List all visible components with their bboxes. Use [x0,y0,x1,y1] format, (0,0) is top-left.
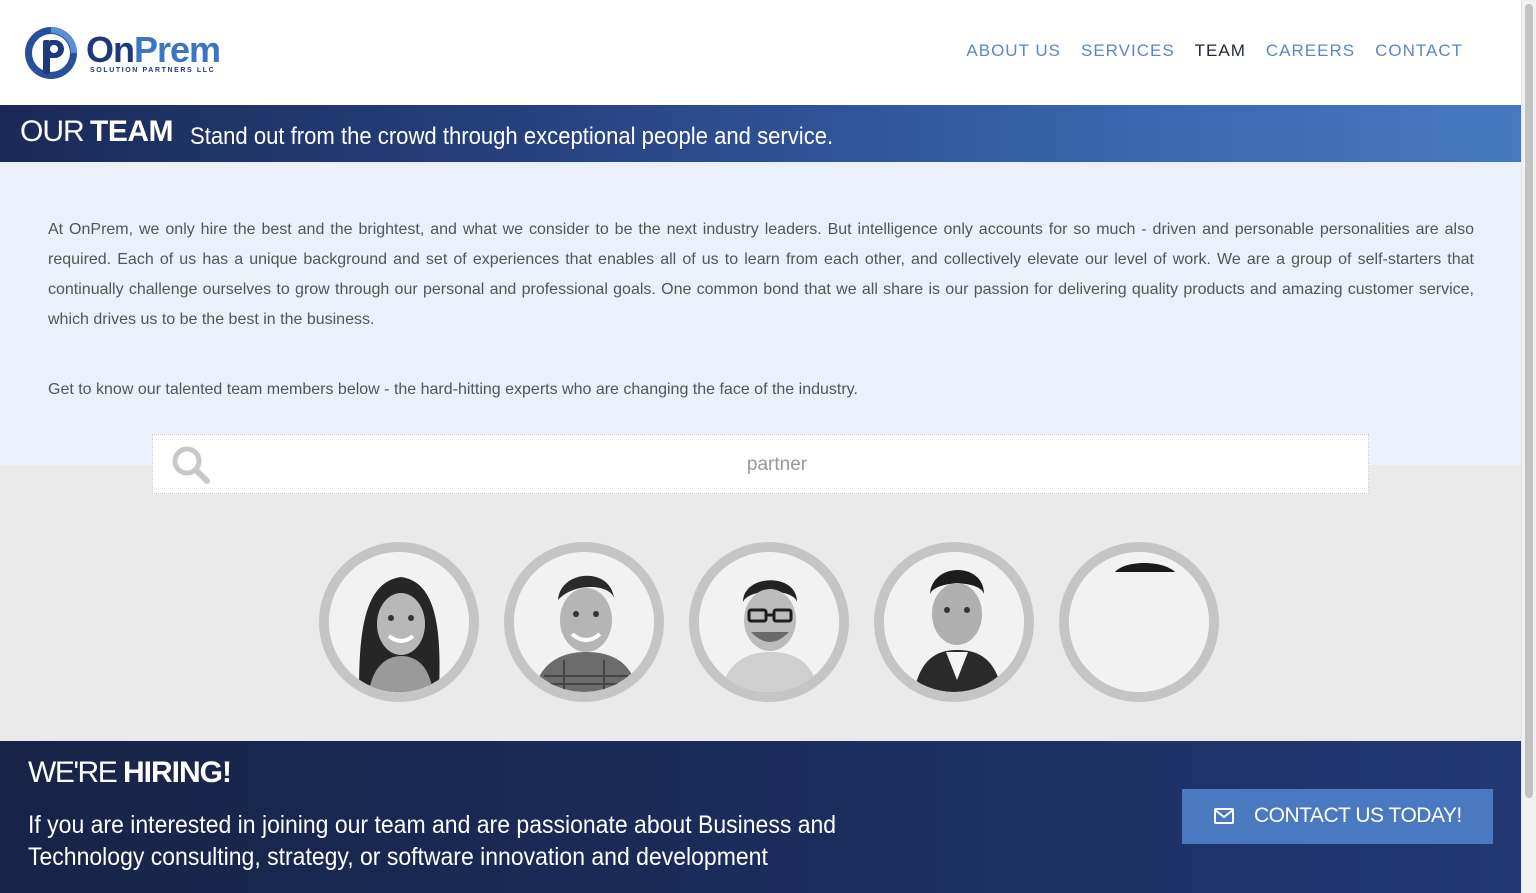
team-member-card[interactable] [319,542,479,702]
man-photo-partially-loaded [1069,552,1209,692]
man-suit-photo [884,552,1024,692]
member-photo [329,552,469,692]
search-icon[interactable] [171,445,211,485]
nav-services[interactable]: SERVICES [1071,40,1185,62]
man-smiling-plaid-shirt-photo [514,552,654,692]
team-intro-section: At OnPrem, we only hire the best and the… [0,162,1521,465]
team-search-input[interactable] [223,445,1331,485]
contact-us-today-button[interactable]: CONTACT US TODAY! [1182,789,1493,844]
main-nav: ABOUT US SERVICES TEAM CAREERS CONTACT [956,40,1473,62]
page: OnPrem SOLUTION PARTNERS LLC ABOUT US SE… [0,0,1536,893]
banner-title-our: OUR [20,115,85,148]
logo-wordmark: OnPrem [86,29,221,70]
nav-team[interactable]: TEAM [1185,40,1256,62]
team-member-card[interactable] [874,542,1034,702]
our-team-banner: OUR TEAM Stand out from the crowd throug… [0,105,1521,162]
intro-paragraph: At OnPrem, we only hire the best and the… [48,221,1474,328]
team-search-box [152,434,1369,494]
hiring-title-were: WE'RE [28,756,118,789]
onprem-logo[interactable]: OnPrem SOLUTION PARTNERS LLC [22,24,232,84]
man-glasses-photo [699,552,839,692]
member-photo [699,552,839,692]
team-member-card[interactable] [504,542,664,702]
intro-paragraph: Get to know our talented team members be… [48,381,858,398]
page-scrollbar[interactable] [1521,0,1536,893]
logo-mark-icon [25,27,77,79]
hiring-title-hiring: HIRING! [123,756,232,789]
member-photo [884,552,1024,692]
member-photo [514,552,654,692]
banner-title-team: TEAM [90,115,174,148]
nav-about-us[interactable]: ABOUT US [956,40,1071,62]
team-member-card[interactable] [689,542,849,702]
nav-careers[interactable]: CAREERS [1256,40,1365,62]
team-member-card[interactable] [1059,542,1219,702]
nav-contact[interactable]: CONTACT [1365,40,1473,62]
member-photo [1069,552,1209,692]
cta-label: CONTACT US TODAY! [1254,804,1462,827]
woman-smiling-photo [329,552,469,692]
envelope-icon [1214,808,1234,824]
site-header: OnPrem SOLUTION PARTNERS LLC ABOUT US SE… [0,0,1521,105]
logo-subtitle: SOLUTION PARTNERS LLC [90,67,216,74]
scrollbar-thumb[interactable] [1525,4,1533,798]
banner-tagline: Stand out from the crowd through excepti… [190,123,834,150]
hiring-description: If you are interested in joining our tea… [28,811,837,871]
